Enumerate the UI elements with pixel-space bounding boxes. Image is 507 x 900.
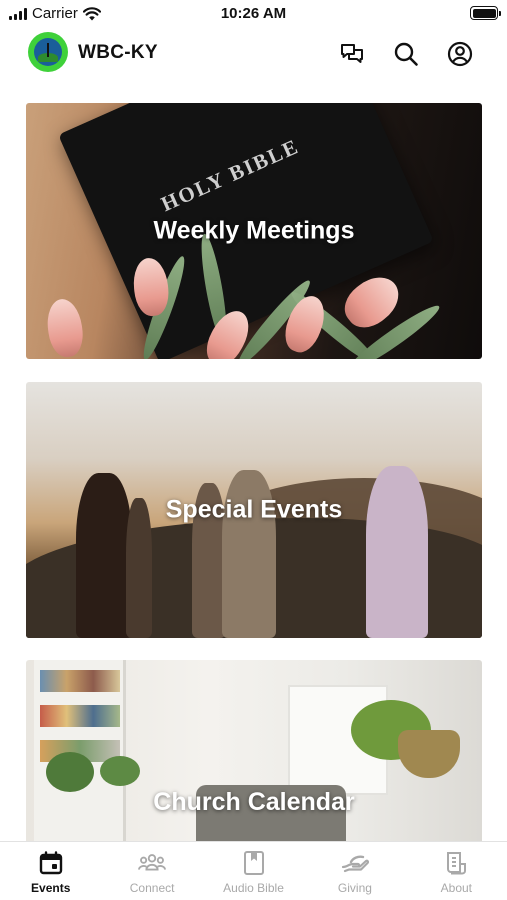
tab-label: Events bbox=[31, 881, 71, 895]
chat-button[interactable] bbox=[337, 39, 367, 69]
people-group-icon bbox=[138, 854, 167, 871]
status-time: 10:26 AM bbox=[220, 5, 287, 22]
battery-icon bbox=[470, 6, 501, 20]
bottom-tab-bar: Events Connect Audio Bible Giving About bbox=[0, 841, 507, 900]
special-events-card[interactable]: Special Events bbox=[26, 382, 482, 638]
account-button[interactable] bbox=[445, 39, 475, 69]
tab-label: About bbox=[440, 881, 472, 895]
tab-events[interactable]: Events bbox=[0, 842, 101, 900]
app-title: WBC-KY bbox=[78, 42, 158, 63]
calendar-icon bbox=[39, 851, 62, 875]
bookmark-book-icon bbox=[243, 851, 264, 875]
globe-icon bbox=[34, 38, 62, 66]
card-title: Special Events bbox=[165, 495, 343, 524]
tab-giving[interactable]: Giving bbox=[304, 842, 405, 900]
status-bar: Carrier 10:26 AM bbox=[0, 0, 507, 28]
giving-hand-icon bbox=[341, 855, 369, 873]
account-icon bbox=[447, 41, 473, 67]
church-logo[interactable] bbox=[28, 32, 68, 72]
weekly-meetings-card[interactable]: HOLY BIBLE Weekly Meetings bbox=[26, 103, 482, 359]
church-calendar-card[interactable]: Church Calendar bbox=[26, 660, 482, 842]
chat-icon bbox=[341, 44, 363, 63]
search-icon bbox=[394, 42, 418, 66]
card-title: Weekly Meetings bbox=[153, 216, 355, 245]
card-title: Church Calendar bbox=[153, 788, 355, 816]
info-document-icon bbox=[447, 852, 467, 875]
app-header: WBC-KY bbox=[0, 28, 507, 80]
tab-label: Giving bbox=[337, 881, 372, 895]
search-button[interactable] bbox=[391, 39, 421, 69]
tab-audio-bible[interactable]: Audio Bible bbox=[203, 842, 304, 900]
tab-about[interactable]: About bbox=[406, 842, 507, 900]
tab-connect[interactable]: Connect bbox=[101, 842, 202, 900]
tab-label: Connect bbox=[129, 881, 175, 895]
tab-label: Audio Bible bbox=[223, 881, 284, 895]
